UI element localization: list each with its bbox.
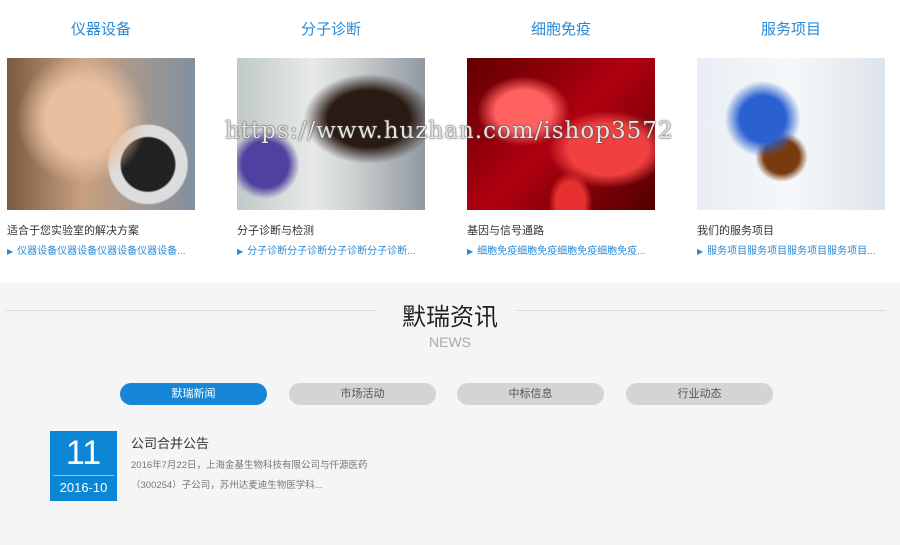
category-link-text[interactable]: 仪器设备仪器设备仪器设备仪器设备... xyxy=(17,246,185,257)
category-image[interactable] xyxy=(7,58,195,210)
news-date-badge: 11 2016-10 xyxy=(50,431,117,501)
news-title[interactable]: 公司合并公告 xyxy=(131,433,209,452)
category-title[interactable]: 仪器设备 xyxy=(7,18,195,39)
category-link[interactable]: ▶ 服务项目服务项目服务项目服务项目... xyxy=(697,242,876,257)
category-subtitle: 适合于您实验室的解决方案 xyxy=(7,225,139,237)
watermark: https://www.huzhan.com/ishop3572 xyxy=(225,118,674,144)
news-year-month: 2016-10 xyxy=(59,480,108,495)
section-subtitle: NEWS xyxy=(429,334,471,350)
product-categories: 仪器设备 适合于您实验室的解决方案 ▶ 仪器设备仪器设备仪器设备仪器设备... 分… xyxy=(0,0,900,283)
category-link-text[interactable]: 分子诊断分子诊断分子诊断分子诊断... xyxy=(247,246,415,257)
arrow-right-icon: ▶ xyxy=(7,247,14,256)
category-link[interactable]: ▶ 仪器设备仪器设备仪器设备仪器设备... xyxy=(7,242,186,257)
tab-company-news[interactable]: 默瑞新闻 xyxy=(120,383,267,405)
category-link[interactable]: ▶ 细胞免疫细胞免疫细胞免疫细胞免疫... xyxy=(467,242,646,257)
tab-bid-info[interactable]: 中标信息 xyxy=(457,383,604,405)
news-description: 2016年7月22日，上海金基生物科技有限公司与仟源医药（300254）子公司，… xyxy=(131,460,368,491)
arrow-right-icon: ▶ xyxy=(237,247,244,256)
category-link-text[interactable]: 细胞免疫细胞免疫细胞免疫细胞免疫... xyxy=(477,246,645,257)
category-link-text[interactable]: 服务项目服务项目服务项目服务项目... xyxy=(707,246,875,257)
tab-market-activities[interactable]: 市场活动 xyxy=(289,383,436,405)
category-title[interactable]: 服务项目 xyxy=(697,18,885,39)
tab-industry-news[interactable]: 行业动态 xyxy=(626,383,773,405)
category-image[interactable] xyxy=(697,58,885,210)
category-subtitle: 基因与信号通路 xyxy=(467,225,544,237)
category-subtitle: 我们的服务项目 xyxy=(697,225,774,237)
category-title[interactable]: 分子诊断 xyxy=(237,18,425,39)
news-section: 默瑞资讯 NEWS 默瑞新闻 市场活动 中标信息 行业动态 11 2016-10… xyxy=(0,283,900,545)
news-day: 11 xyxy=(65,434,102,472)
section-title: 默瑞资讯 xyxy=(402,304,498,331)
category-subtitle: 分子诊断与检测 xyxy=(237,225,314,237)
arrow-right-icon: ▶ xyxy=(467,247,474,256)
category-link[interactable]: ▶ 分子诊断分子诊断分子诊断分子诊断... xyxy=(237,242,416,257)
category-title[interactable]: 细胞免疫 xyxy=(467,18,655,39)
arrow-right-icon: ▶ xyxy=(697,247,704,256)
